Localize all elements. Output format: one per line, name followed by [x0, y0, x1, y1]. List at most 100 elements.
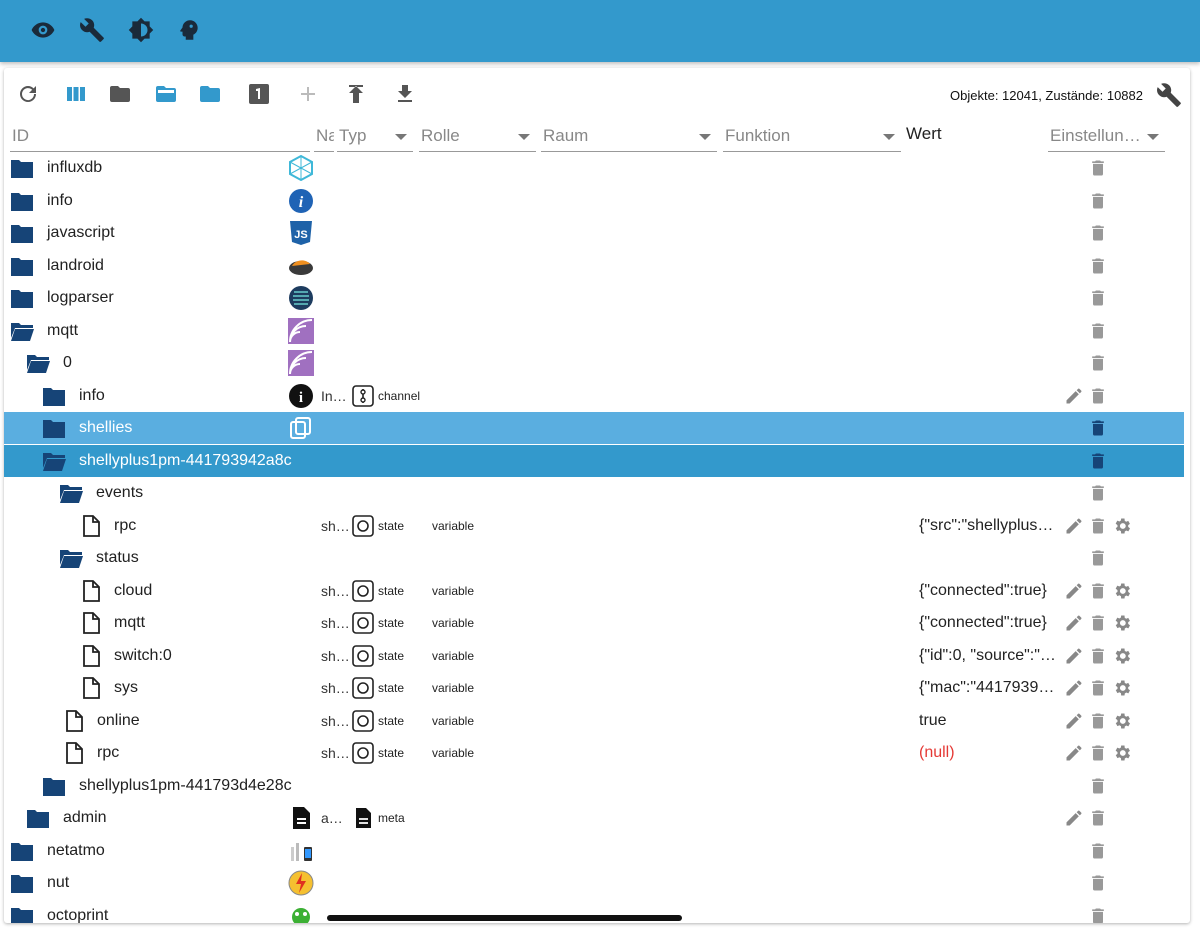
folder-icon[interactable] — [26, 808, 50, 828]
number-1-icon[interactable] — [247, 82, 271, 106]
object-value[interactable]: {"id":0, "source":"init"} — [919, 647, 1059, 665]
delete-icon[interactable] — [1088, 288, 1108, 308]
edit-icon[interactable] — [1064, 808, 1084, 828]
delete-icon[interactable] — [1088, 711, 1108, 731]
folder-icon[interactable] — [10, 256, 34, 276]
wrench-icon[interactable] — [79, 17, 105, 43]
tree-row[interactable]: rpc sh… state variable {"src":"shellyplus1pm… — [4, 510, 1184, 542]
tree-row[interactable]: rpc sh… state variable (null) — [4, 737, 1184, 769]
tree-row[interactable]: sys sh… state variable {"mac":"441793942A8C"… — [4, 672, 1184, 704]
gear-icon[interactable] — [1112, 516, 1132, 536]
tree-row[interactable]: events — [4, 477, 1184, 509]
delete-icon[interactable] — [1088, 516, 1108, 536]
delete-icon[interactable] — [1088, 743, 1108, 763]
delete-icon[interactable] — [1088, 451, 1108, 471]
folder-icon[interactable] — [10, 906, 34, 923]
delete-icon[interactable] — [1088, 353, 1108, 373]
tree-row[interactable]: switch:0 sh… state variable {"id":0, "source… — [4, 640, 1184, 672]
add-icon[interactable] — [296, 82, 320, 106]
folder-icon[interactable] — [10, 191, 34, 211]
object-value[interactable]: {"connected":true} — [919, 582, 1047, 600]
delete-icon[interactable] — [1088, 223, 1108, 243]
delete-icon[interactable] — [1088, 646, 1108, 666]
folder-icon[interactable] — [42, 386, 66, 406]
folder-open-icon[interactable] — [59, 483, 83, 503]
delete-icon[interactable] — [1088, 158, 1108, 178]
gear-icon[interactable] — [1112, 581, 1132, 601]
delete-icon[interactable] — [1088, 841, 1108, 861]
delete-icon[interactable] — [1088, 873, 1108, 893]
object-value[interactable]: {"mac":"441793942A8C"} — [919, 679, 1059, 697]
einstellungen-filter-select[interactable]: Einstellun… — [1048, 124, 1165, 152]
tree-row[interactable]: shellies — [4, 412, 1184, 444]
delete-icon[interactable] — [1088, 613, 1108, 633]
tree-row[interactable]: landroid — [4, 250, 1184, 282]
name-filter-input[interactable]: Na — [314, 124, 334, 152]
tree-row[interactable]: info i — [4, 185, 1184, 217]
object-value[interactable]: {"src":"shellyplus1pm-441793942a8c"} — [919, 517, 1059, 535]
delete-icon[interactable] — [1088, 678, 1108, 698]
edit-icon[interactable] — [1064, 711, 1084, 731]
gear-icon[interactable] — [1112, 678, 1132, 698]
edit-icon[interactable] — [1064, 581, 1084, 601]
folder-open-icon[interactable] — [26, 353, 50, 373]
tree-row[interactable]: status — [4, 542, 1184, 574]
tree-row[interactable]: shellyplus1pm-441793d4e28c — [4, 770, 1184, 802]
head-icon[interactable] — [176, 17, 202, 43]
tree-row[interactable]: nut — [4, 867, 1184, 899]
gear-icon[interactable] — [1112, 743, 1132, 763]
folder-open-icon[interactable] — [42, 451, 66, 471]
folder-open-icon[interactable] — [59, 548, 83, 568]
wrench-icon[interactable] — [1156, 82, 1182, 108]
tree-row[interactable]: 0 — [4, 347, 1184, 379]
typ-filter-select[interactable]: Typ — [337, 124, 413, 152]
tree-row[interactable]: javascript JS — [4, 217, 1184, 249]
tree-row[interactable]: shellyplus1pm-441793942a8c — [4, 444, 1184, 477]
object-value[interactable]: (null) — [919, 744, 955, 762]
delete-icon[interactable] — [1088, 256, 1108, 276]
tree-row[interactable]: logparser — [4, 282, 1184, 314]
delete-icon[interactable] — [1088, 483, 1108, 503]
tree-row[interactable]: cloud sh… state variable {"connected":true} — [4, 575, 1184, 607]
folder-icon[interactable] — [10, 873, 34, 893]
edit-icon[interactable] — [1064, 678, 1084, 698]
tree-row[interactable]: info i In… channel — [4, 380, 1184, 412]
edit-icon[interactable] — [1064, 743, 1084, 763]
delete-icon[interactable] — [1088, 808, 1108, 828]
tree-row[interactable]: influxdb — [4, 152, 1184, 184]
delete-icon[interactable] — [1088, 776, 1108, 796]
brightness-icon[interactable] — [128, 17, 154, 43]
gear-icon[interactable] — [1112, 711, 1132, 731]
edit-icon[interactable] — [1064, 613, 1084, 633]
folder-icon[interactable] — [10, 223, 34, 243]
gear-icon[interactable] — [1112, 646, 1132, 666]
folder-icon[interactable] — [42, 776, 66, 796]
folder-icon[interactable] — [10, 841, 34, 861]
tree-row[interactable]: netatmo — [4, 835, 1184, 867]
folder-icon[interactable] — [10, 158, 34, 178]
tree-row[interactable]: mqtt sh… state variable {"connected":true} — [4, 607, 1184, 639]
upload-icon[interactable] — [344, 82, 368, 106]
delete-icon[interactable] — [1088, 548, 1108, 568]
object-value[interactable]: {"connected":true} — [919, 614, 1047, 632]
delete-icon[interactable] — [1088, 581, 1108, 601]
edit-icon[interactable] — [1064, 516, 1084, 536]
object-value[interactable]: true — [919, 712, 947, 730]
tree-row[interactable]: admin a… meta — [4, 802, 1184, 834]
folder-icon[interactable] — [10, 288, 34, 308]
delete-icon[interactable] — [1088, 191, 1108, 211]
funktion-filter-select[interactable]: Funktion — [723, 124, 901, 152]
delete-icon[interactable] — [1088, 386, 1108, 406]
delete-icon[interactable] — [1088, 906, 1108, 923]
tree-row[interactable]: mqtt — [4, 315, 1184, 347]
folder-blue-icon[interactable] — [198, 82, 222, 106]
delete-icon[interactable] — [1088, 321, 1108, 341]
gear-icon[interactable] — [1112, 613, 1132, 633]
folder-icon[interactable] — [42, 418, 66, 438]
id-filter-input[interactable]: ID — [10, 124, 310, 152]
edit-icon[interactable] — [1064, 386, 1084, 406]
raum-filter-select[interactable]: Raum — [541, 124, 717, 152]
folder-closed-icon[interactable] — [108, 82, 132, 106]
tree-row[interactable]: online sh… state variable true — [4, 705, 1184, 737]
rolle-filter-select[interactable]: Rolle — [419, 124, 536, 152]
